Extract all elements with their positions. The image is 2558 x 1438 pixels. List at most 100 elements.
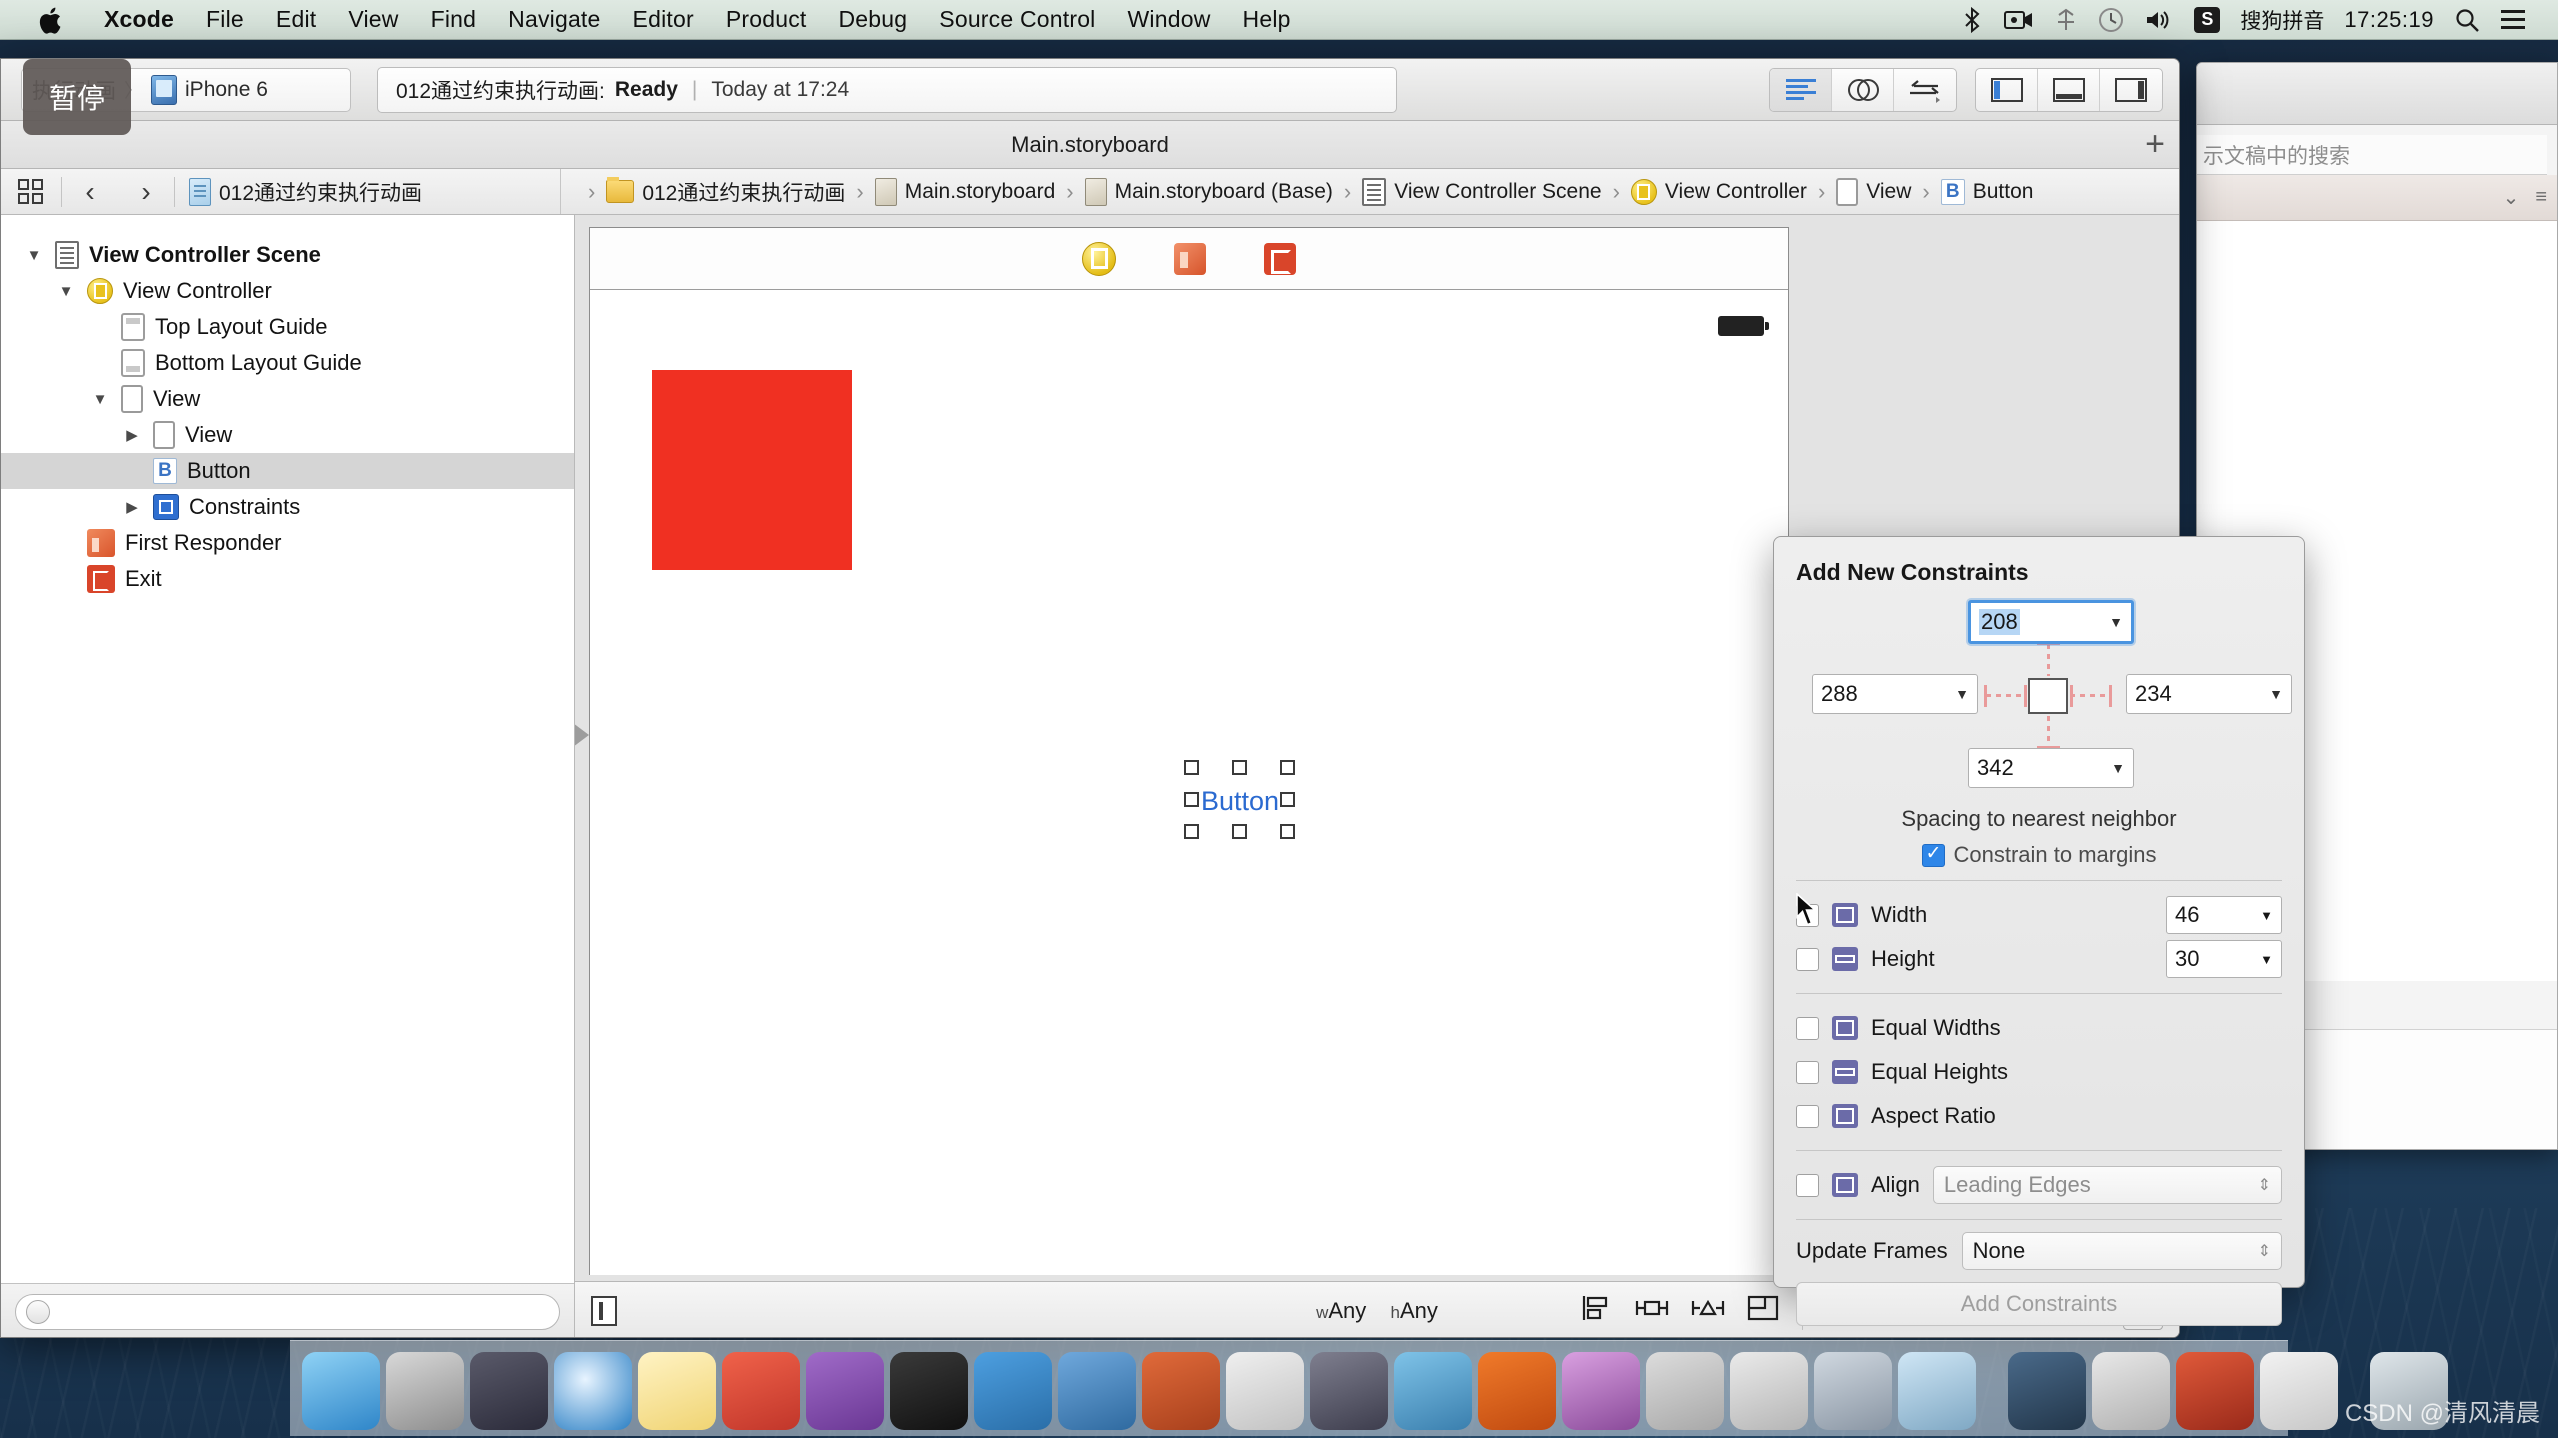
version-editor-icon[interactable] [1894, 69, 1956, 111]
onenote-icon[interactable] [806, 1352, 884, 1430]
spacing-top-field[interactable]: 208 ▼ [1968, 600, 2134, 644]
view-controller-icon[interactable] [1082, 241, 1116, 276]
outline-row-view-controller[interactable]: ▼ View Controller [1, 273, 574, 309]
snipping-icon[interactable] [1226, 1352, 1304, 1430]
chevron-down-icon[interactable]: ▼ [2109, 614, 2123, 630]
resize-handle-bottom-right[interactable] [1280, 824, 1295, 839]
tools-icon[interactable] [1814, 1352, 1892, 1430]
spacing-left-field[interactable]: 288 ▼ [1812, 674, 1978, 714]
chevron-down-icon[interactable]: ▼ [2260, 908, 2273, 923]
stepper-icon[interactable]: ⇕ [2258, 1241, 2271, 1261]
word-icon[interactable] [1646, 1352, 1724, 1430]
volume-icon[interactable] [2144, 4, 2174, 36]
menu-item-help[interactable]: Help [1227, 6, 1307, 33]
menu-item-product[interactable]: Product [710, 6, 823, 33]
spacing-bottom-field[interactable]: 342 ▼ [1968, 748, 2134, 788]
add-tab-button[interactable]: + [2145, 127, 2165, 161]
back-button[interactable]: ‹ [62, 169, 118, 214]
breadcrumb-item-folder[interactable]: 012通过约束执行动画 [606, 176, 845, 207]
recent-4-icon[interactable] [2260, 1352, 2338, 1430]
resize-handle-top-right[interactable] [1280, 760, 1295, 775]
charles-icon[interactable] [1562, 1352, 1640, 1430]
resize-handle-top-left[interactable] [1184, 760, 1199, 775]
align-row[interactable]: Align Leading Edges ⇕ [1796, 1163, 2282, 1207]
standard-editor-icon[interactable] [1770, 68, 1832, 111]
aspect-ratio-checkbox[interactable] [1796, 1104, 1819, 1128]
notification-center-icon[interactable] [2500, 4, 2526, 36]
bluetooth-icon[interactable] [1960, 4, 1984, 36]
align-checkbox[interactable] [1796, 1173, 1819, 1197]
menu-item-source-control[interactable]: Source Control [923, 6, 1111, 33]
chevron-down-icon[interactable]: ▼ [1955, 686, 1969, 702]
outline-row-bottom-layout-guide[interactable]: Bottom Layout Guide [1, 345, 574, 381]
first-responder-icon[interactable] [1174, 242, 1206, 275]
mail-icon[interactable] [1394, 1352, 1472, 1430]
update-frames-row[interactable]: Update Frames None ⇕ [1796, 1232, 2282, 1270]
related-items-icon[interactable] [1, 169, 61, 214]
finder-icon[interactable] [302, 1352, 380, 1430]
imovie-icon[interactable] [1310, 1352, 1388, 1430]
width-row[interactable]: Width 46 ▼ [1796, 893, 2282, 937]
breadcrumb-item-view-controller[interactable]: View Controller [1630, 178, 1807, 205]
menu-item-debug[interactable]: Debug [823, 6, 924, 33]
menu-item-window[interactable]: Window [1112, 6, 1227, 33]
menu-item-file[interactable]: File [190, 6, 260, 33]
sublime-icon[interactable] [974, 1352, 1052, 1430]
outline-row-button[interactable]: B Button [1, 453, 574, 489]
resize-handle-top-center[interactable] [1232, 760, 1247, 775]
notes-icon[interactable] [638, 1352, 716, 1430]
forward-button[interactable]: › [118, 169, 174, 214]
recent-3-icon[interactable] [2176, 1352, 2254, 1430]
assistant-editor-icon[interactable] [1832, 68, 1894, 111]
equal-heights-checkbox[interactable] [1796, 1060, 1819, 1084]
align-popup-button[interactable]: Leading Edges ⇕ [1932, 1166, 2282, 1204]
breadcrumb-item-button[interactable]: B Button [1940, 178, 2033, 205]
search-icon[interactable] [2454, 4, 2480, 36]
menu-item-navigate[interactable]: Navigate [492, 6, 616, 33]
outline-row-view-controller-scene[interactable]: ▼ View Controller Scene [1, 237, 574, 273]
breadcrumb-item-scene[interactable]: View Controller Scene [1362, 177, 1602, 206]
selected-button[interactable]: Button [1184, 760, 1295, 839]
ime-badge-icon[interactable]: S [2194, 6, 2221, 33]
breadcrumb-item-storyboard[interactable]: Main.storyboard [874, 177, 1055, 206]
launchpad-icon[interactable] [470, 1352, 548, 1430]
utilities-toggle-icon[interactable] [2100, 69, 2162, 111]
outline-row-view[interactable]: ▼ View [1, 381, 574, 417]
chevron-down-icon[interactable]: ▼ [2260, 952, 2273, 967]
clock-icon[interactable] [2098, 4, 2124, 36]
disclosure-triangle-icon[interactable]: ▼ [23, 247, 45, 264]
recent-2-icon[interactable] [2092, 1352, 2170, 1430]
menu-item-xcode[interactable]: Xcode [88, 6, 190, 33]
menu-item-find[interactable]: Find [415, 6, 493, 33]
preview-icon[interactable] [1898, 1352, 1976, 1430]
filter-toggle-icon[interactable] [26, 1299, 50, 1324]
airdrop-icon[interactable] [2054, 4, 2078, 36]
height-value-field[interactable]: 30 ▼ [2166, 940, 2282, 978]
chevron-down-icon[interactable]: ▼ [2269, 686, 2283, 702]
menu-item-editor[interactable]: Editor [617, 6, 710, 33]
update-frames-popup-button[interactable]: None ⇕ [1961, 1232, 2282, 1270]
filezilla-icon[interactable] [1478, 1352, 1556, 1430]
background-window-search-field[interactable]: 示文稿中的搜索 [2197, 135, 2547, 175]
breadcrumb-item-project[interactable]: 012通过约束执行动画 [189, 177, 422, 207]
disclosure-triangle-icon[interactable]: ▼ [89, 391, 111, 408]
disclosure-triangle-icon[interactable]: ▶ [121, 498, 143, 516]
appstore-icon[interactable] [1730, 1352, 1808, 1430]
misc-icon[interactable]: ≡ [2535, 186, 2547, 209]
equal-widths-row[interactable]: Equal Widths [1796, 1006, 2282, 1050]
breadcrumb-item-storyboard-base[interactable]: Main.storyboard (Base) [1084, 177, 1333, 206]
debug-area-toggle-icon[interactable] [2038, 68, 2100, 111]
add-constraints-button[interactable]: Add Constraints [1796, 1282, 2282, 1326]
screen-recording-icon[interactable] [2004, 4, 2034, 36]
aspect-ratio-row[interactable]: Aspect Ratio [1796, 1094, 2282, 1138]
outline-row-child-view[interactable]: ▶ View [1, 417, 574, 453]
outline-filter-field[interactable] [15, 1293, 560, 1330]
outline-row-exit[interactable]: Exit [1, 561, 574, 597]
red-subview[interactable] [652, 370, 852, 570]
outline-row-first-responder[interactable]: First Responder [1, 525, 574, 561]
xmind-icon[interactable] [722, 1352, 800, 1430]
spacing-right-field[interactable]: 234 ▼ [2126, 674, 2292, 714]
stepper-icon[interactable]: ⇕ [2258, 1175, 2271, 1195]
height-row[interactable]: Height 30 ▼ [1796, 937, 2282, 981]
equal-widths-checkbox[interactable] [1796, 1016, 1819, 1040]
